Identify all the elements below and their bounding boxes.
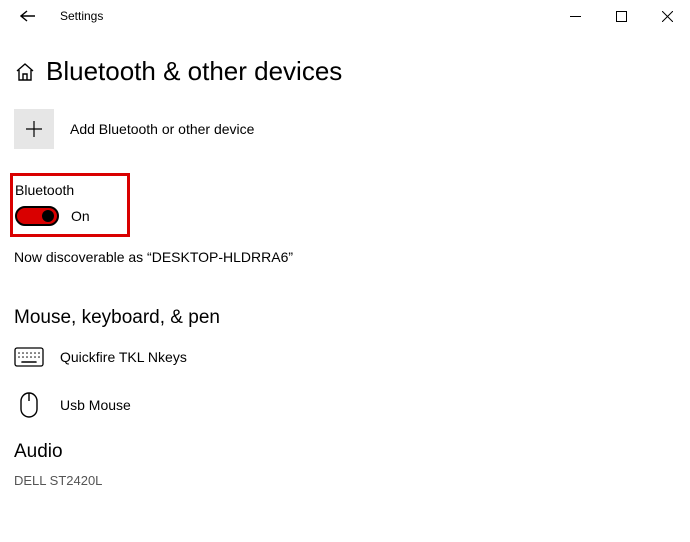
bluetooth-label: Bluetooth [15, 182, 119, 198]
mouse-icon [14, 393, 44, 417]
home-icon[interactable] [14, 61, 36, 83]
bluetooth-toggle-row: On [15, 206, 119, 226]
discoverable-text: Now discoverable as “DESKTOP-HLDRRA6” [14, 249, 676, 265]
window-controls [552, 0, 690, 32]
device-keyboard[interactable]: Quickfire TKL Nkeys [14, 345, 676, 369]
bluetooth-toggle-state: On [71, 208, 90, 224]
bluetooth-highlight-box: Bluetooth On [10, 173, 130, 237]
mouse-section-heading: Mouse, keyboard, & pen [14, 307, 676, 329]
page-title: Bluetooth & other devices [46, 56, 342, 87]
device-label: Quickfire TKL Nkeys [60, 349, 187, 365]
keyboard-icon [14, 345, 44, 369]
add-device-button[interactable]: Add Bluetooth or other device [14, 109, 676, 149]
toggle-thumb [42, 210, 54, 222]
bluetooth-toggle[interactable] [15, 206, 59, 226]
maximize-button[interactable] [598, 0, 644, 32]
add-device-label: Add Bluetooth or other device [70, 121, 254, 137]
minimize-button[interactable] [552, 0, 598, 32]
content-area: Add Bluetooth or other device Bluetooth … [0, 97, 690, 488]
audio-section-heading: Audio [14, 441, 676, 463]
window-title: Settings [60, 9, 103, 23]
device-label: Usb Mouse [60, 397, 131, 413]
close-button[interactable] [644, 0, 690, 32]
plus-icon [14, 109, 54, 149]
device-mouse[interactable]: Usb Mouse [14, 393, 676, 417]
page-header: Bluetooth & other devices [0, 32, 690, 97]
back-button[interactable] [18, 6, 38, 26]
device-audio-truncated[interactable]: DELL ST2420L [14, 473, 676, 488]
titlebar: Settings [0, 0, 690, 32]
